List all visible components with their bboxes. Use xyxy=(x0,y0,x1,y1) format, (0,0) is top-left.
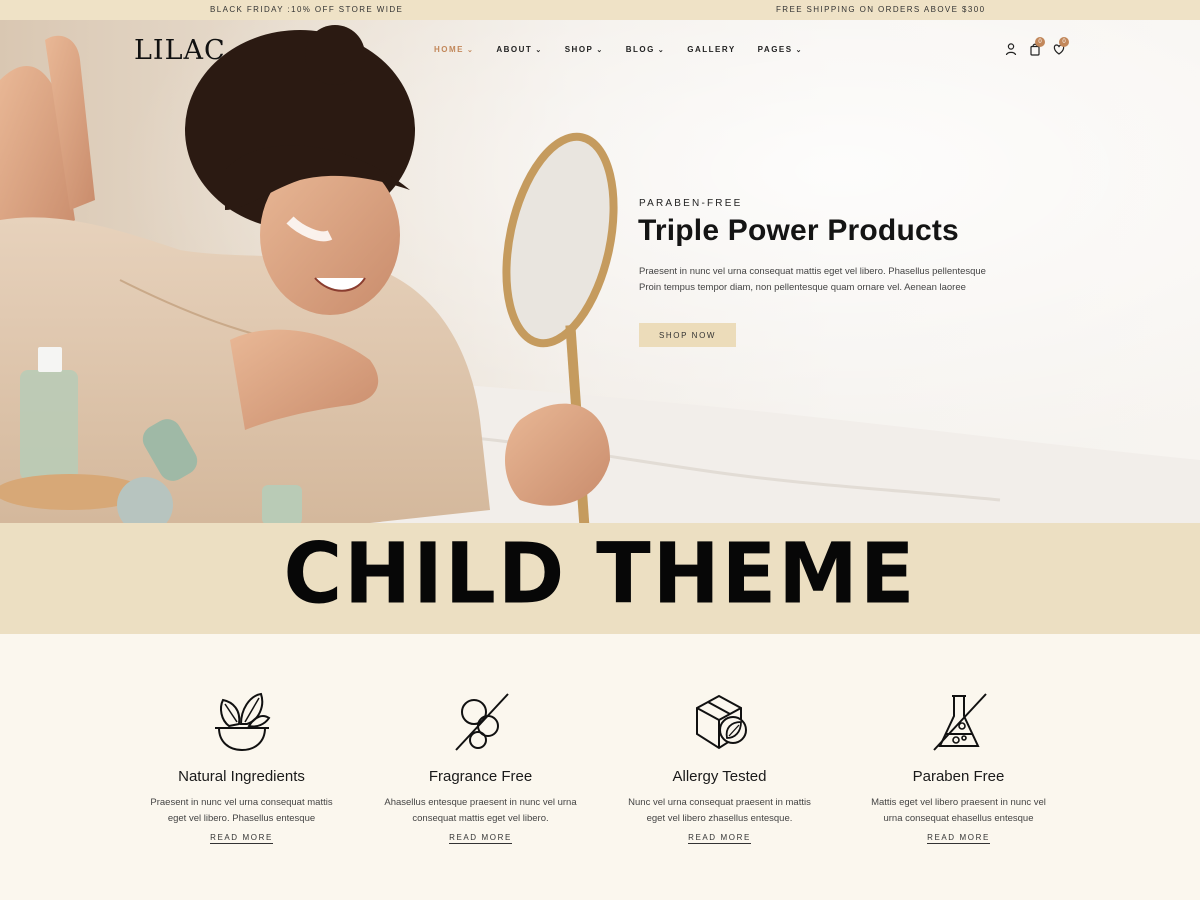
announcement-bar: BLACK FRIDAY :10% OFF STORE WIDE FREE SH… xyxy=(0,0,1200,20)
nav-item-gallery[interactable]: GALLERY xyxy=(687,45,735,54)
chevron-down-icon: ⌄ xyxy=(795,46,803,54)
nav-item-shop[interactable]: SHOP ⌄ xyxy=(565,45,604,54)
leaf-box-icon xyxy=(695,694,747,750)
hero-description: Praesent in nunc vel urna consequat matt… xyxy=(639,264,989,296)
shop-now-button[interactable]: SHOP NOW xyxy=(639,323,736,347)
user-account-button[interactable] xyxy=(1004,42,1018,56)
nav-item-label: BLOG xyxy=(625,45,655,54)
feature-text: Nunc vel urna consequat praesent in matt… xyxy=(628,797,811,824)
wishlist-count-badge: 0 xyxy=(1059,37,1069,47)
features-section: Natural Ingredients Praesent in nunc vel… xyxy=(122,690,1078,860)
read-more-link[interactable]: READ MORE xyxy=(927,833,990,844)
promo-text: BLACK FRIDAY :10% OFF STORE WIDE xyxy=(210,5,404,14)
cart-button[interactable]: 0 xyxy=(1028,37,1045,56)
nav-item-label: SHOP xyxy=(564,45,594,54)
hero-title: Triple Power Products xyxy=(638,214,959,247)
nav-item-label: HOME xyxy=(434,45,464,54)
feature-text: Mattis eget vel libero praesent in nunc … xyxy=(871,797,1046,824)
no-fragrance-icon xyxy=(454,693,509,751)
nav-item-about[interactable]: ABOUT ⌄ xyxy=(496,45,542,54)
hero-text-line: Praesent in nunc vel urna consequat matt… xyxy=(639,266,986,277)
feature-title: Paraben Free xyxy=(912,768,1005,785)
nav-item-home[interactable]: HOME ⌄ xyxy=(434,45,474,54)
feature-title: Allergy Tested xyxy=(672,768,767,785)
nav-item-label: ABOUT xyxy=(496,45,533,54)
chevron-down-icon: ⌄ xyxy=(657,46,666,54)
hero-text-line: Proin tempus tempor diam, non pellentesq… xyxy=(639,282,966,293)
chevron-down-icon: ⌄ xyxy=(535,46,543,54)
read-more-link[interactable]: READ MORE xyxy=(210,833,273,844)
feature-fragrance-free: Fragrance Free Ahasellus entesque praese… xyxy=(361,690,600,845)
nav-item-label: GALLERY xyxy=(687,45,736,54)
hero-eyebrow: PARABEN-FREE xyxy=(639,198,743,209)
nav-item-blog[interactable]: BLOG ⌄ xyxy=(626,45,665,54)
nav-item-pages[interactable]: PAGES ⌄ xyxy=(758,45,803,54)
read-more-link[interactable]: READ MORE xyxy=(449,833,512,844)
nav-item-label: PAGES xyxy=(757,45,793,54)
shipping-text: FREE SHIPPING ON ORDERS ABOVE $300 xyxy=(776,5,986,14)
hero-banner xyxy=(0,20,1200,523)
feature-natural-ingredients: Natural Ingredients Praesent in nunc vel… xyxy=(122,690,361,845)
hero-photo xyxy=(0,20,1200,523)
feature-text: Praesent in nunc vel urna consequat matt… xyxy=(150,797,333,824)
no-paraben-flask-icon xyxy=(932,693,987,751)
feature-title: Fragrance Free xyxy=(428,768,533,785)
herbal-bowl-icon xyxy=(214,692,270,752)
feature-allergy-tested: Allergy Tested Nunc vel urna consequat p… xyxy=(600,690,839,845)
child-theme-label: CHILD THEME xyxy=(283,524,917,623)
user-icon xyxy=(1005,43,1017,56)
feature-title: Natural Ingredients xyxy=(178,768,305,785)
cart-count-badge: 0 xyxy=(1035,37,1045,47)
wishlist-button[interactable]: 0 xyxy=(1052,37,1069,56)
header-icons: 0 0 xyxy=(1004,37,1069,56)
feature-text: Ahasellus entesque praesent in nunc vel … xyxy=(384,797,577,824)
read-more-link[interactable]: READ MORE xyxy=(688,833,751,844)
feature-paraben-free: Paraben Free Mattis eget vel libero prae… xyxy=(839,690,1078,845)
chevron-down-icon: ⌄ xyxy=(467,46,475,54)
main-nav: HOME ⌄ ABOUT ⌄ SHOP ⌄ BLOG ⌄ GALLERY PAG… xyxy=(434,45,825,54)
site-logo[interactable]: LILAC xyxy=(134,35,226,66)
chevron-down-icon: ⌄ xyxy=(596,46,604,54)
